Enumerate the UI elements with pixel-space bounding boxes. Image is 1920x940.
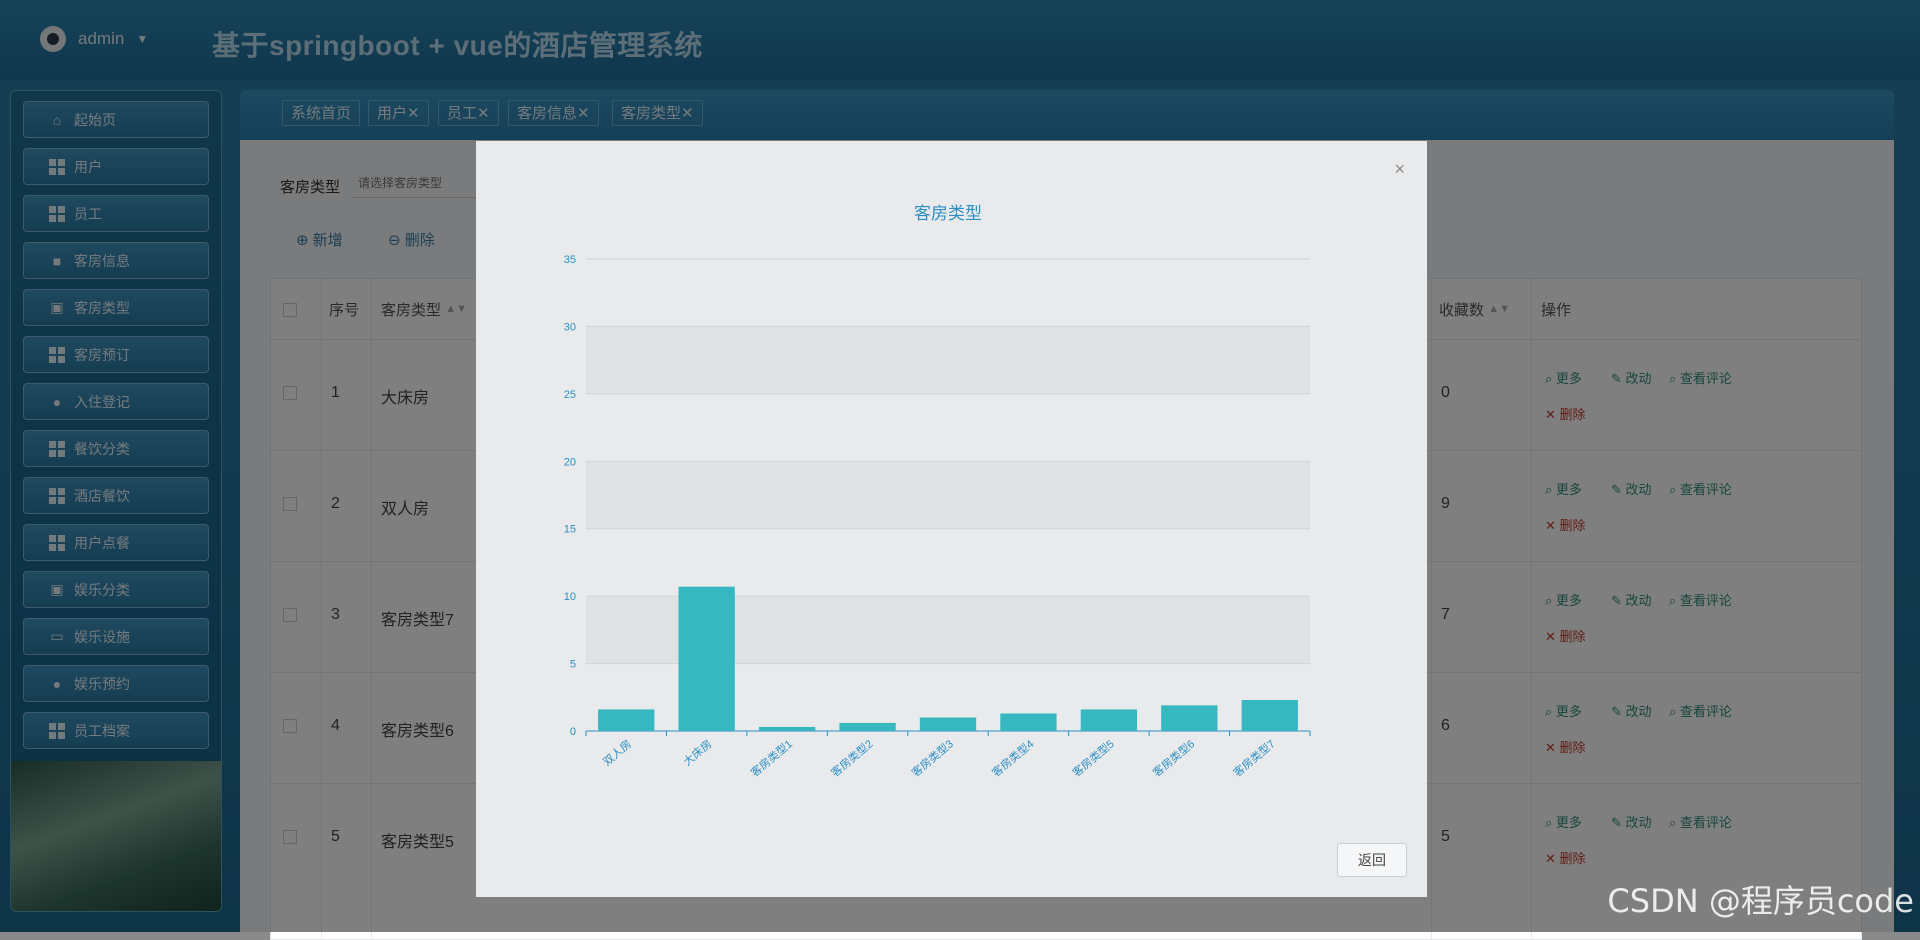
x-tick-label: 客房类型6 [1150,737,1197,780]
bar [678,586,735,731]
x-tick-label: 客房类型7 [1230,737,1277,780]
bar [1080,709,1138,731]
bar [839,722,896,731]
y-tick-label: 35 [564,254,576,266]
x-tick-label: 客房类型1 [748,737,795,780]
watermark: CSDN @程序员code [1607,882,1914,920]
grid-band [586,326,1310,394]
y-tick-label: 20 [564,456,576,468]
chart-dialog: × 客房类型 0 5 10 15 20 25 30 35 双人房 大床房 客房类型1 客房类型2 客房类型… [476,141,1427,897]
y-tick-label: 25 [564,389,576,401]
grid-band [586,461,1310,529]
y-tick-label: 0 [570,726,576,738]
bar [1161,705,1218,731]
bar [1241,699,1298,731]
y-tick-label: 10 [564,591,576,603]
x-tick-label: 客房类型2 [828,737,875,780]
x-tick-label: 客房类型4 [989,737,1036,780]
x-tick-label: 客房类型5 [1069,737,1116,780]
x-tick-label: 双人房 [601,737,635,768]
y-tick-label: 15 [564,524,576,536]
return-button[interactable]: 返回 [1337,843,1407,877]
bar [758,726,816,731]
bar [1000,713,1057,731]
x-tick-label: 大床房 [680,737,714,769]
chart-title: 客房类型 [914,204,982,223]
bar [598,709,655,731]
x-tick-label: 客房类型3 [909,737,956,780]
y-tick-label: 5 [570,659,576,671]
bar-chart: 客房类型 0 5 10 15 20 25 30 35 双人房 大床房 客房类型1 客房类型2 客房类型3 客… [564,204,1311,780]
y-tick-label: 30 [564,321,576,333]
bar [919,717,977,731]
